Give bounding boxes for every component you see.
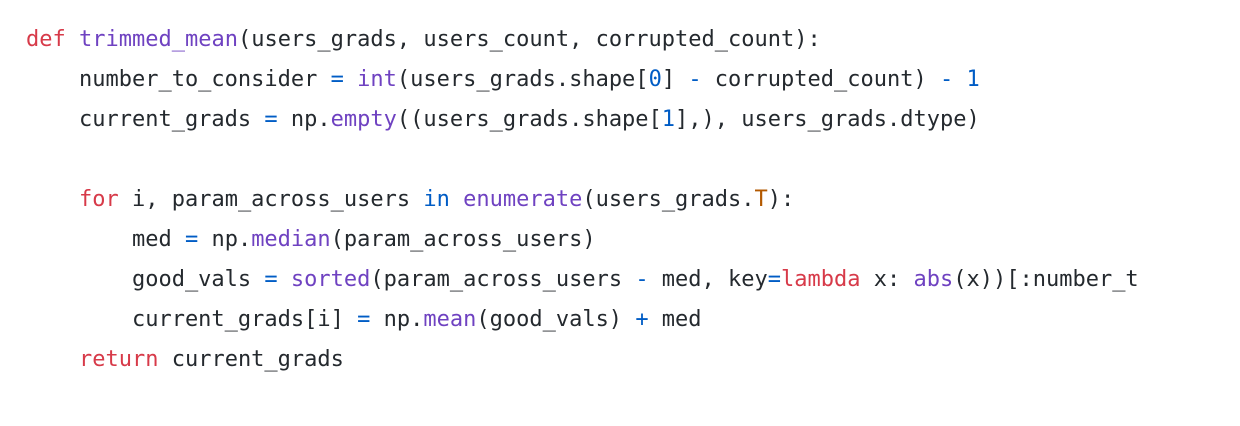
code-token: + (635, 307, 649, 332)
code-token: empty (330, 107, 397, 132)
code-token: for (78, 187, 119, 212)
code-line: med = np.median(param_across_users) (26, 220, 1240, 260)
code-line: number_to_consider = int(users_grads.sha… (26, 60, 1240, 100)
code-token: number_to_consider (26, 67, 331, 92)
code-line: for i, param_across_users in enumerate(u… (26, 180, 1240, 220)
code-token: (param_across_users) (330, 227, 596, 252)
code-token: = (357, 307, 371, 332)
code-token: med (648, 307, 702, 332)
code-token: (users_grads.shape[ (396, 67, 649, 92)
code-token: sorted (290, 267, 371, 292)
code-token: int (357, 67, 397, 92)
code-token: current_grads[i] (26, 307, 358, 332)
code-token: = (767, 267, 782, 292)
code-token: x: (860, 267, 914, 292)
code-token: med (26, 227, 185, 252)
code-token: (x))[:number_t (953, 267, 1139, 292)
code-token: (param_across_users (370, 267, 636, 292)
code-token: current_grads (158, 347, 344, 372)
code-token: 1 (661, 107, 676, 132)
code-token: - (635, 267, 649, 292)
code-token: = (330, 67, 344, 92)
code-token: = (264, 267, 278, 292)
code-token: enumerate (463, 187, 583, 212)
code-token: i, param_across_users (118, 187, 424, 212)
code-token: corrupted_count) (701, 67, 940, 92)
code-token: abs (913, 267, 954, 292)
code-token: (users_grads. (582, 187, 755, 212)
code-token: np. (370, 307, 424, 332)
code-token: lambda (781, 267, 861, 292)
code-token: def (26, 27, 66, 52)
code-token: ],), users_grads.dtype) (675, 107, 980, 132)
code-token: (good_vals) (476, 307, 636, 332)
code-token: ): (767, 187, 795, 212)
code-token: np. (198, 227, 252, 252)
code-token: (users_grads, users_count, corrupted_cou… (237, 27, 821, 52)
code-token: = (264, 107, 278, 132)
code-token: trimmed_mean (79, 27, 238, 52)
code-token: - (939, 67, 954, 92)
code-token: ((users_grads.shape[ (396, 107, 662, 132)
code-token: in (423, 187, 450, 212)
code-line: def trimmed_mean(users_grads, users_coun… (26, 20, 1240, 60)
code-token: mean (423, 307, 477, 332)
code-line: return current_grads (26, 340, 1240, 380)
code-token: ] (661, 67, 689, 92)
code-token: median (251, 227, 331, 252)
code-token: good_vals (26, 267, 265, 292)
code-token: 0 (648, 67, 662, 92)
code-token: current_grads (26, 107, 265, 132)
code-token: = (184, 227, 199, 252)
code-block: def trimmed_mean(users_grads, users_coun… (26, 20, 1240, 380)
code-token: np. (277, 107, 331, 132)
code-line: good_vals = sorted(param_across_users - … (26, 260, 1240, 300)
code-line: current_grads = np.empty((users_grads.sh… (26, 100, 1240, 140)
code-token: 1 (966, 67, 980, 92)
code-token: T (754, 187, 768, 212)
code-token: med, key (648, 267, 768, 292)
code-token: return (78, 347, 159, 372)
code-token: - (688, 67, 702, 92)
code-line: current_grads[i] = np.mean(good_vals) + … (26, 300, 1240, 340)
